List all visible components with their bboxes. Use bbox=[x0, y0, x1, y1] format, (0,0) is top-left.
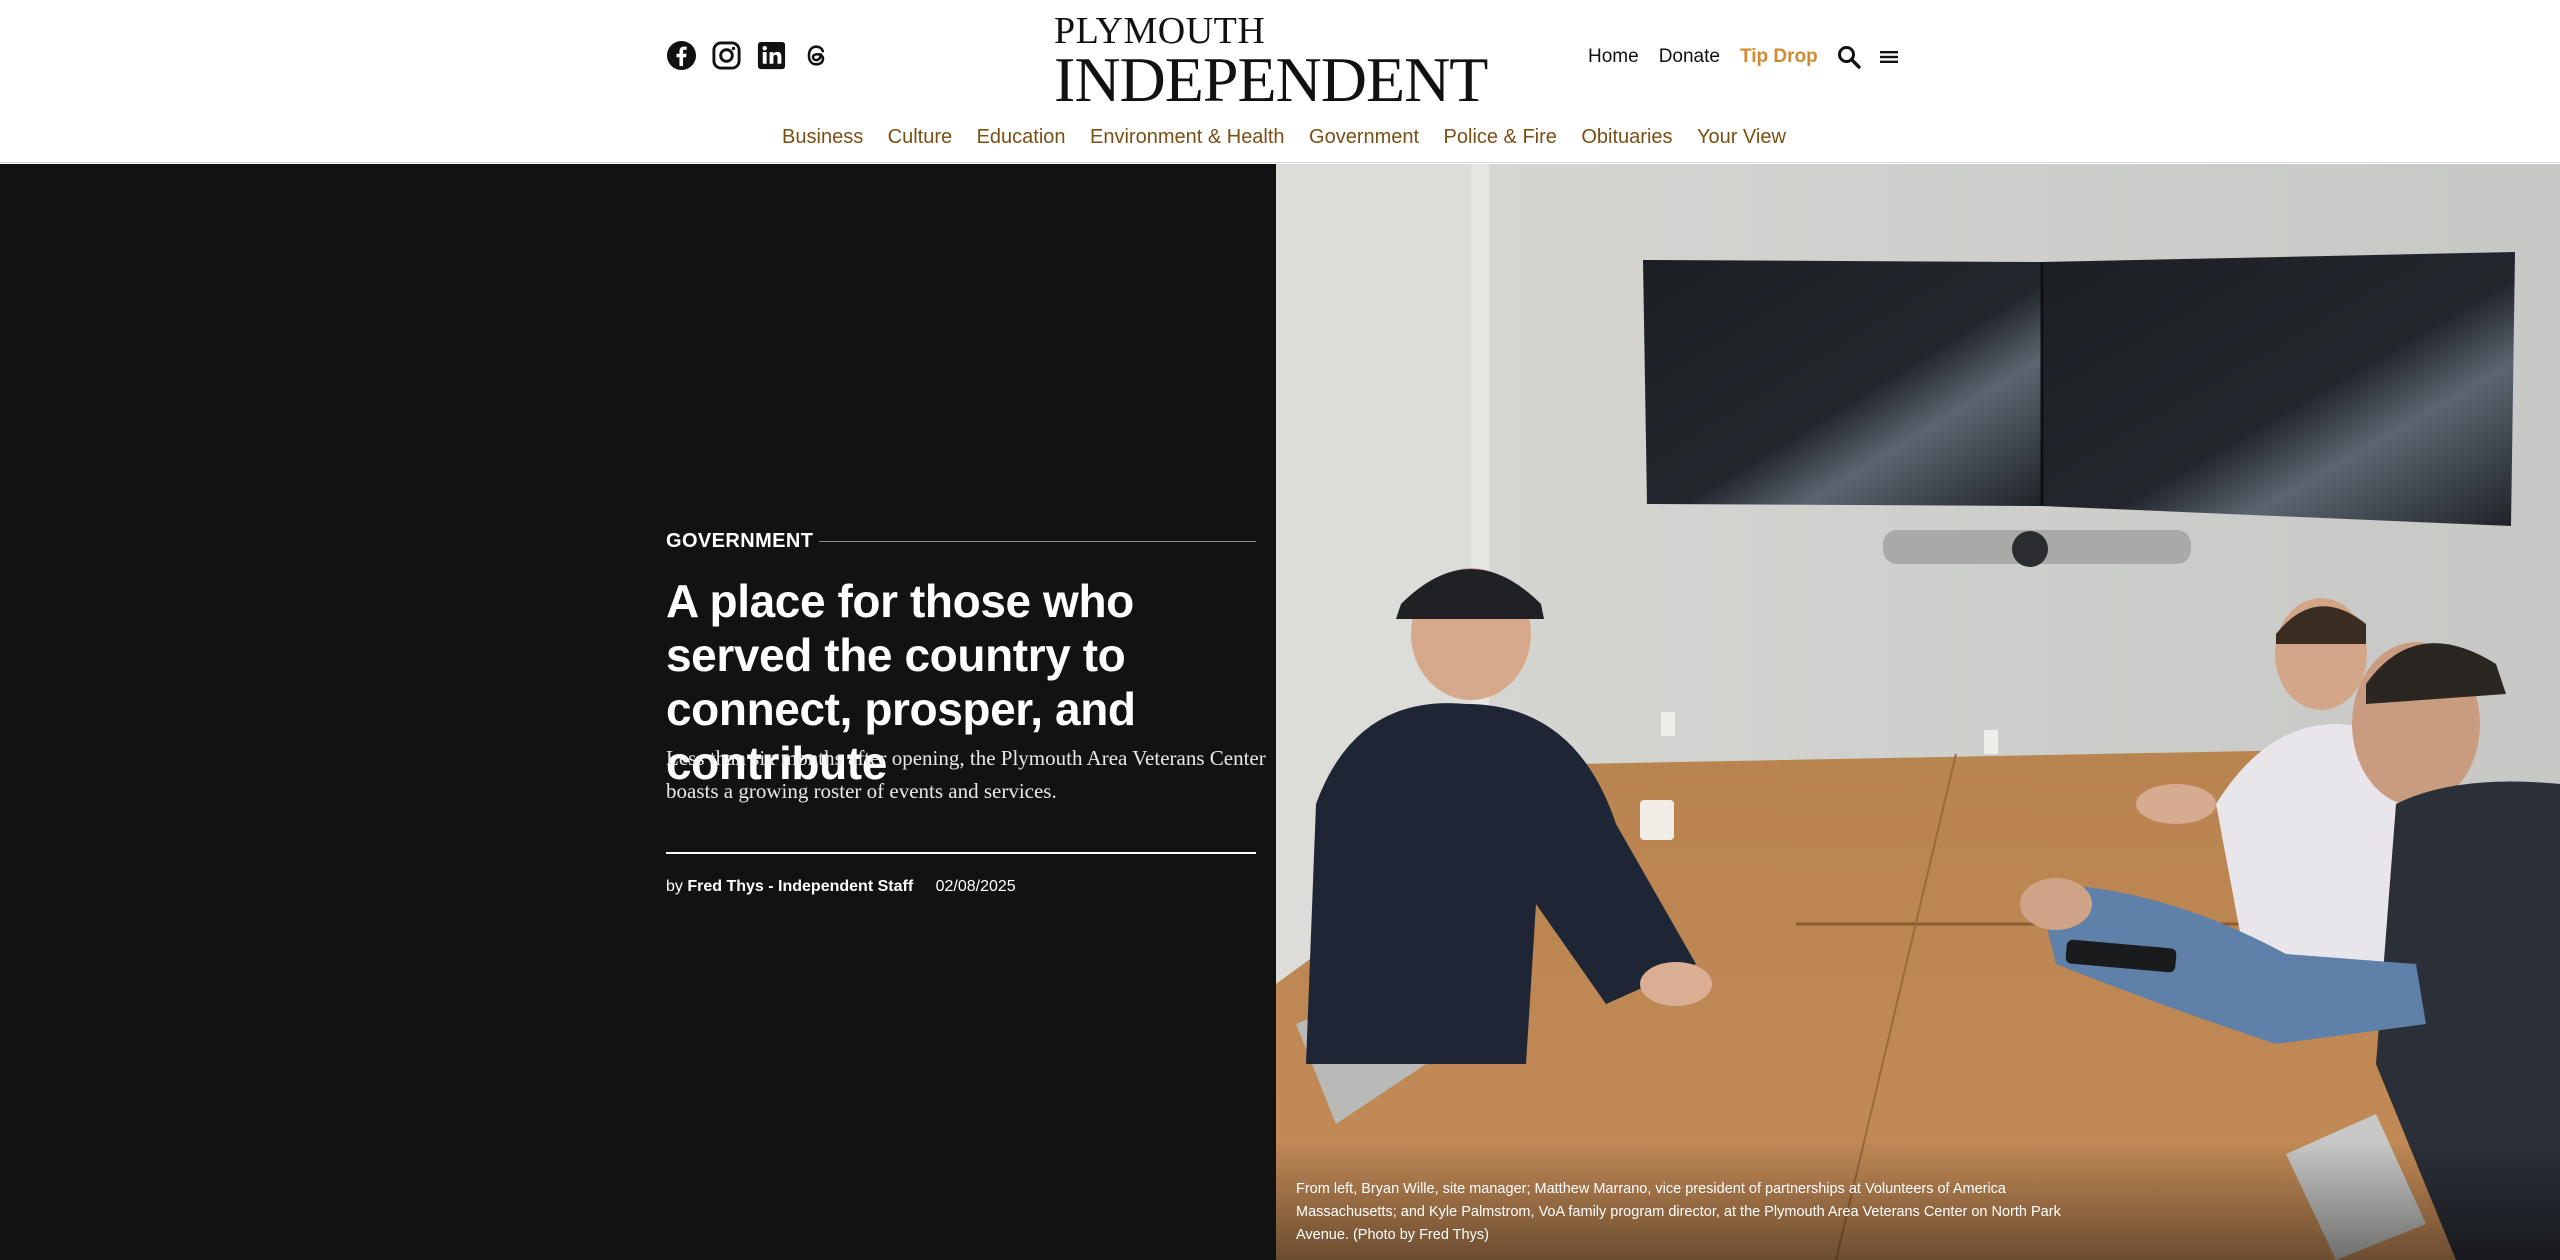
section-link-government[interactable]: Government bbox=[1309, 126, 1419, 149]
threads-link[interactable] bbox=[801, 40, 832, 71]
section-link-education[interactable]: Education bbox=[977, 126, 1066, 149]
site-header: PLYMOUTH INDEPENDENT Home Donate Tip Dro… bbox=[0, 0, 2560, 163]
linkedin-link[interactable] bbox=[756, 40, 787, 71]
section-link-culture[interactable]: Culture bbox=[888, 126, 952, 149]
social-links bbox=[666, 40, 832, 71]
tip-drop-link[interactable]: Tip Drop bbox=[1740, 46, 1818, 68]
author-link[interactable]: Fred Thys - Independent Staff bbox=[687, 878, 913, 895]
byline-prefix: by bbox=[666, 878, 683, 895]
photo-caption: From left, Bryan Wille, site manager; Ma… bbox=[1296, 1181, 2061, 1243]
category-link[interactable]: GOVERNMENT bbox=[666, 530, 813, 553]
instagram-link[interactable] bbox=[711, 40, 742, 71]
site-logo[interactable]: PLYMOUTH INDEPENDENT bbox=[1054, 12, 1488, 115]
home-link[interactable]: Home bbox=[1588, 46, 1639, 68]
threads-icon bbox=[807, 45, 825, 66]
linkedin-icon bbox=[757, 41, 786, 70]
photo-illustration bbox=[1276, 164, 2560, 1260]
byline-divider bbox=[666, 852, 1256, 854]
section-link-environment-health[interactable]: Environment & Health bbox=[1090, 126, 1285, 149]
menu-button[interactable] bbox=[1876, 44, 1902, 70]
utility-nav: Home Donate Tip Drop bbox=[1588, 44, 1916, 70]
facebook-icon bbox=[666, 40, 697, 71]
article-dek: Less than six months after opening, the … bbox=[666, 746, 1266, 803]
search-icon bbox=[1837, 46, 1861, 69]
hero-photo: From left, Bryan Wille, site manager; Ma… bbox=[1276, 164, 2560, 1260]
hamburger-menu-icon bbox=[1879, 51, 1898, 63]
kicker-divider bbox=[819, 540, 1256, 542]
section-link-your-view[interactable]: Your View bbox=[1697, 126, 1786, 149]
instagram-icon bbox=[712, 41, 741, 70]
category-kicker: GOVERNMENT bbox=[666, 528, 1256, 554]
facebook-link[interactable] bbox=[666, 40, 697, 71]
article-byline: by Fred Thys - Independent Staff 02/08/2… bbox=[666, 878, 1016, 896]
publish-date: 02/08/2025 bbox=[935, 878, 1016, 895]
section-link-business[interactable]: Business bbox=[782, 126, 863, 149]
section-link-obituaries[interactable]: Obituaries bbox=[1581, 126, 1672, 149]
logo-independent: INDEPENDENT bbox=[1054, 44, 1488, 115]
donate-link[interactable]: Donate bbox=[1659, 46, 1720, 68]
section-nav: Business Culture Education Environment &… bbox=[0, 126, 2560, 149]
section-link-police-fire[interactable]: Police & Fire bbox=[1444, 126, 1557, 149]
search-button[interactable] bbox=[1836, 44, 1862, 70]
